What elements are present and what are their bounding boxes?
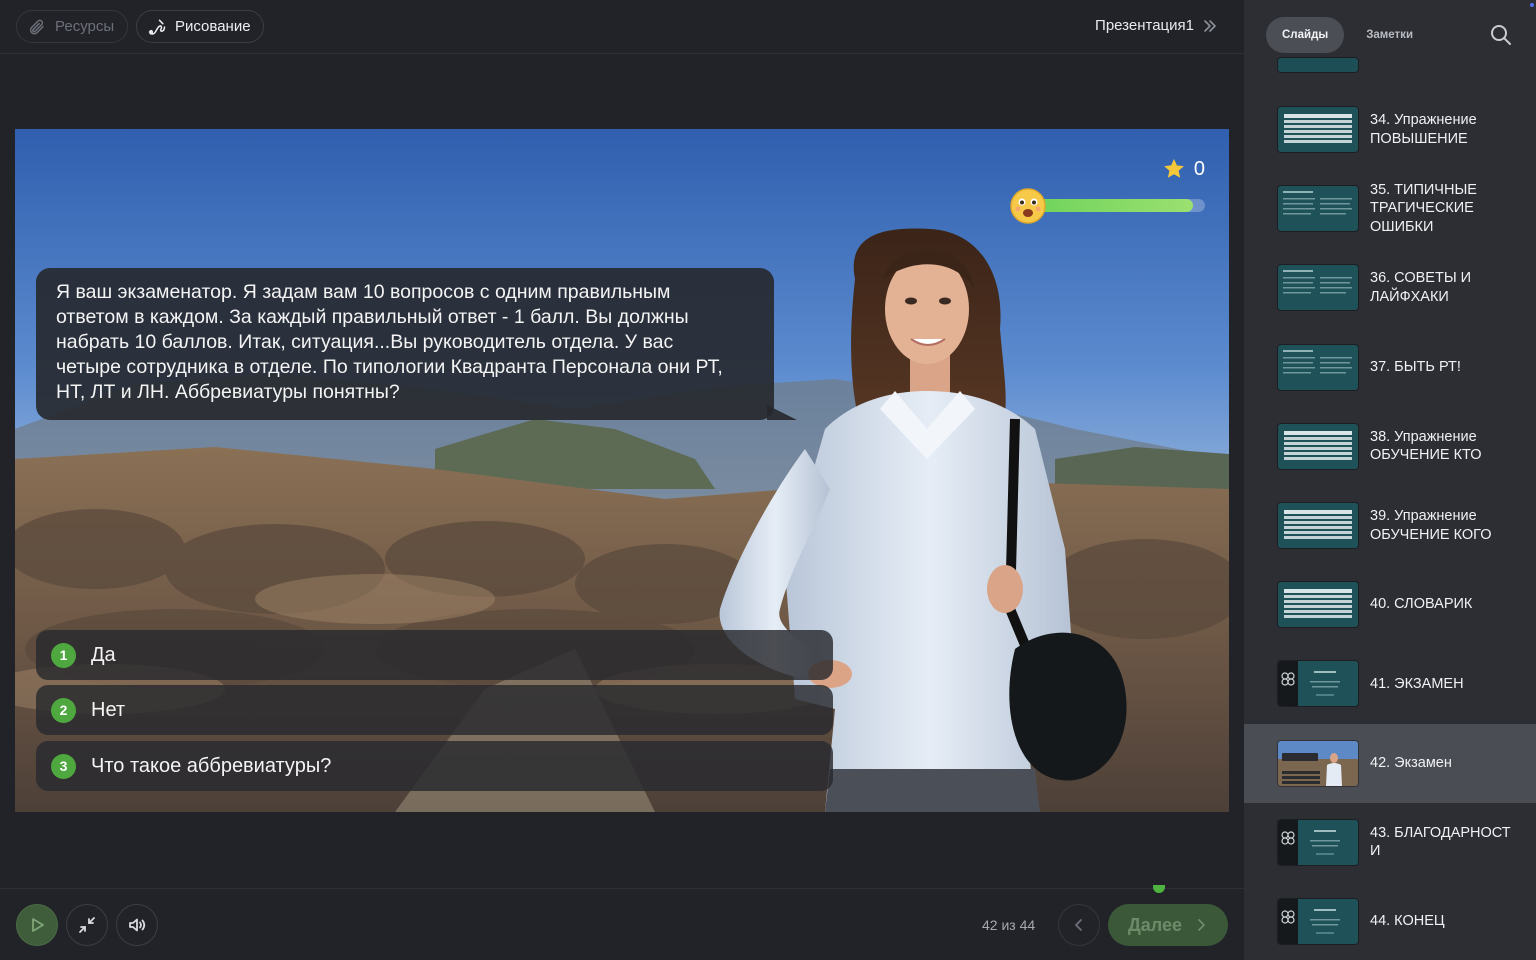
score-progress [1009,187,1205,225]
exit-fullscreen-button[interactable] [66,904,108,946]
slide-title: 40. СЛОВАРИК [1370,596,1473,613]
sidebar-slide-item[interactable]: 36. СОВЕТЫ И ЛАЙФХАКИ [1244,248,1536,327]
sidebar-slide-item[interactable]: 34. Упражнение ПОВЫШЕНИЕ [1244,90,1536,169]
drawing-label: Рисование [175,18,251,35]
smiley-face-icon [1010,188,1046,224]
next-indicator-dot [1153,885,1165,893]
slide-thumbnail [1278,503,1358,548]
next-slide-button[interactable]: Далее [1108,904,1228,946]
question-line: Я ваш экзаменатор. Я задам вам 10 вопрос… [56,281,671,303]
resources-button[interactable]: Ресурсы [16,10,128,43]
sidebar-slide-item[interactable]: 42. Экзамен [1244,723,1536,803]
slides-sidebar: Слайды Заметки 34. Упражнение ПОВЫШЕНИЕ … [1244,0,1536,960]
sidebar-tabs: Слайды Заметки [1266,17,1429,53]
slide-title: 42. Экзамен [1370,754,1452,771]
play-button[interactable] [16,904,58,946]
question-line: набрать 10 баллов. Итак, ситуация...Вы р… [56,331,674,353]
question-line: четыре сотрудника в отделе. По типологии… [56,356,723,378]
answer-option-1[interactable]: 1 Да [36,630,833,680]
slide-thumbnail [1278,661,1358,707]
slide-thumbnail [1278,819,1358,865]
question-line: ответом в каждом. За каждый правильный о… [56,306,689,328]
slide-title: 39. Упражнение ОБУЧЕНИЕ КОГО [1370,508,1492,543]
slide-title: 38. Упражнение ОБУЧЕНИЕ КТО [1370,428,1482,464]
slide-title: 36. СОВЕТЫ И ЛАЙФХАКИ [1370,270,1472,305]
progress-fill [1029,199,1193,212]
slide-title: 34. Упражнение ПОВЫШЕНИЕ [1370,112,1477,147]
slide-title: 37. БЫТЬ РТ! [1370,358,1461,375]
sidebar-slide-item[interactable]: 39. Упражнение ОБУЧЕНИЕ КОГО [1244,486,1536,565]
slide-thumbnail [1278,740,1358,786]
answer-option-2[interactable]: 2 Нет [36,685,833,735]
collapse-sidebar-icon[interactable] [1200,14,1220,38]
collapse-arrows-icon [79,917,95,933]
chevron-left-icon [1075,919,1082,931]
slide-thumbnail [1278,582,1358,628]
slide-thumbnail-partial[interactable] [1278,58,1358,72]
tab-slides[interactable]: Слайды [1266,17,1345,53]
sidebar-slide-item[interactable]: 37. БЫТЬ РТ! [1244,328,1536,407]
bubble-tail [767,405,797,420]
player-controls: 42 из 44 Далее [0,885,1244,960]
slide-title: 41. ЭКЗАМЕН [1370,675,1464,692]
slide-title: 44. КОНЕЦ [1370,913,1445,930]
answer-number: 2 [51,697,76,723]
search-icon[interactable] [1490,24,1512,51]
slide-canvas: 0 Я ваш экзаменатор. Я задам вам 10 вопр… [15,129,1229,812]
sidebar-slide-item[interactable]: 41. ЭКЗАМЕН [1244,644,1536,723]
play-icon [32,918,44,932]
progress-track [1029,199,1205,212]
sidebar-slide-item[interactable]: 40. СЛОВАРИК [1244,565,1536,644]
slide-thumbnail [1278,899,1358,944]
paperclip-icon [27,17,47,37]
scribble-icon [147,17,167,37]
scroll-indicator [1530,3,1534,7]
slide-stage: 0 Я ваш экзаменатор. Я задам вам 10 вопр… [0,54,1244,888]
score-display: 0 [1162,157,1205,181]
slide-thumbnail [1278,423,1358,469]
sidebar-slide-item[interactable]: 43. БЛАГОДАРНОСТ И [1244,803,1536,882]
drawing-button[interactable]: Рисование [136,10,264,43]
slide-thumbnail [1278,186,1358,232]
chevron-right-icon [1198,919,1205,931]
slide-thumbnail [1278,265,1358,311]
answer-text: Что такое аббревиатуры? [91,754,332,777]
sidebar-slide-item[interactable]: 44. КОНЕЦ [1244,882,1536,960]
slide-thumbnail [1278,107,1358,152]
answer-option-3[interactable]: 3 Что такое аббревиатуры? [36,741,833,791]
question-bubble: Я ваш экзаменатор. Я задам вам 10 вопрос… [36,268,774,420]
slide-thumbnail [1278,344,1358,390]
presentation-title: Презентация1 [1095,17,1194,34]
top-bar: Ресурсы Рисование Презентация1 [0,0,1244,54]
question-line: НТ, ЛТ и ЛН. Аббревиатуры понятны? [56,381,400,403]
volume-button[interactable] [116,904,158,946]
sidebar-slide-item[interactable]: 35. ТИПИЧНЫЕ ТРАГИЧЕСКИЕ ОШИБКИ [1244,169,1536,248]
answer-text: Нет [91,698,126,721]
tab-notes[interactable]: Заметки [1350,17,1429,53]
answer-text: Да [91,643,116,666]
next-label: Далее [1127,914,1183,935]
speaker-icon [129,918,146,932]
resources-label: Ресурсы [55,18,115,35]
star-icon [1163,159,1184,178]
slide-title: 35. ТИПИЧНЫЕ ТРАГИЧЕСКИЕ ОШИБКИ [1370,181,1477,235]
slide-title: 43. БЛАГОДАРНОСТ И [1370,824,1511,860]
previous-slide-button[interactable] [1058,904,1100,946]
answer-number: 1 [51,642,76,668]
score-value: 0 [1193,157,1205,180]
sidebar-slide-item[interactable]: 38. Упражнение ОБУЧЕНИЕ КТО [1244,407,1536,486]
slide-counter: 42 из 44 [982,917,1036,933]
answer-number: 3 [51,753,76,779]
